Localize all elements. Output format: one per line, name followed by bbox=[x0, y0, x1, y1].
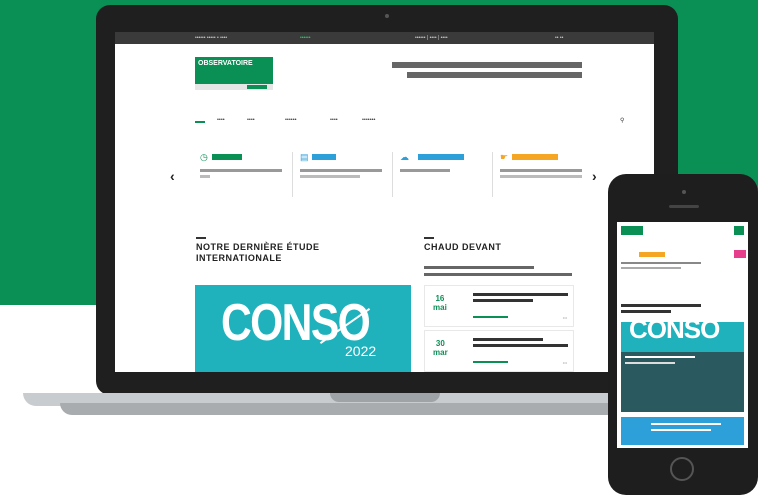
phone-tag bbox=[734, 250, 746, 258]
event-date: 16 mai bbox=[433, 294, 447, 312]
news-card[interactable]: ☛ bbox=[492, 152, 595, 207]
conso-year: 2022 bbox=[345, 343, 377, 359]
card-text bbox=[400, 168, 482, 172]
card-tag bbox=[512, 154, 558, 160]
laptop-notch bbox=[330, 393, 440, 402]
event-card[interactable]: 16 mai ••• bbox=[424, 285, 574, 327]
nav-item-4[interactable]: •••• bbox=[330, 117, 338, 123]
topbar-right-links[interactable]: •••••• | •••• | •••• bbox=[415, 35, 448, 41]
phone-logo[interactable] bbox=[621, 226, 643, 235]
nav-item-3[interactable]: •••••• bbox=[285, 117, 297, 123]
card-tag bbox=[418, 154, 464, 160]
event-more[interactable]: ••• bbox=[563, 360, 567, 365]
phone-conso-word: CONSO bbox=[629, 322, 720, 344]
phone-camera bbox=[682, 190, 686, 194]
clock-icon: ◷ bbox=[200, 152, 208, 162]
event-day: 16 bbox=[435, 294, 445, 303]
card-tag bbox=[212, 154, 242, 160]
search-icon[interactable]: ⚲ bbox=[620, 117, 624, 124]
tagline bbox=[387, 59, 582, 78]
event-month: mar bbox=[433, 348, 448, 357]
logo-text: OBSERVATOIRE bbox=[198, 60, 253, 67]
upcoming-subtitle bbox=[424, 264, 584, 276]
topbar-right-icons[interactable]: •• •• bbox=[555, 35, 563, 41]
card-text bbox=[500, 168, 582, 178]
phone-heading bbox=[621, 304, 731, 313]
nav-item-2[interactable]: •••• bbox=[247, 117, 255, 123]
news-card[interactable]: ▤ bbox=[292, 152, 395, 207]
event-month: mai bbox=[433, 303, 447, 312]
phone-banner[interactable]: CONSO bbox=[621, 322, 744, 412]
chart-icon: ▤ bbox=[300, 152, 309, 162]
event-day: 30 bbox=[435, 339, 445, 348]
phone-menu-icon[interactable] bbox=[734, 226, 744, 235]
phone-banner-overlay bbox=[621, 352, 744, 412]
nav-item-5[interactable]: ••••••• bbox=[362, 117, 375, 123]
news-card[interactable]: ◷ bbox=[200, 152, 295, 207]
nav-item-1[interactable]: •••• bbox=[217, 117, 225, 123]
event-title bbox=[473, 336, 568, 347]
site-logo[interactable]: OBSERVATOIRE bbox=[195, 57, 273, 90]
nav-accent bbox=[195, 121, 205, 123]
card-text bbox=[200, 168, 282, 178]
topbar-green-link[interactable]: •••••• bbox=[300, 35, 311, 41]
event-title bbox=[473, 291, 568, 302]
event-card[interactable]: 30 mar ••• bbox=[424, 330, 574, 372]
event-more[interactable]: ••• bbox=[563, 315, 567, 320]
phone-card[interactable] bbox=[621, 417, 744, 445]
phone-home-button bbox=[670, 457, 694, 481]
study-banner[interactable]: CONSO 2022 bbox=[195, 285, 411, 372]
top-bar: •••••• ••••• • •••• •••••• •••••• | ••••… bbox=[115, 32, 654, 44]
event-date: 30 mar bbox=[433, 339, 448, 357]
laptop-screen: •••••• ••••• • •••• •••••• •••••• | ••••… bbox=[115, 32, 654, 372]
logo-strip-accent bbox=[247, 85, 267, 89]
card-text bbox=[300, 168, 382, 178]
news-carousel: ◷ ▤ ☁ ☛ bbox=[200, 152, 600, 212]
topbar-left-text[interactable]: •••••• ••••• • •••• bbox=[195, 35, 227, 41]
card-tag bbox=[312, 154, 336, 160]
phone-screen: CONSO bbox=[617, 222, 748, 448]
phone-speaker bbox=[669, 205, 699, 208]
laptop-camera bbox=[385, 14, 389, 18]
latest-study-title: NOTRE DERNIÈRE ÉTUDE INTERNATIONALE bbox=[196, 242, 320, 263]
upcoming-events-title: CHAUD DEVANT bbox=[424, 242, 502, 252]
hand-icon: ☛ bbox=[500, 152, 509, 162]
phone-tag bbox=[639, 252, 665, 257]
news-card[interactable]: ☁ bbox=[392, 152, 495, 207]
carousel-prev-button[interactable]: ‹ bbox=[170, 168, 175, 184]
phone-text bbox=[621, 262, 731, 269]
main-nav: •••• •••• •••••• •••• ••••••• ⚲ bbox=[195, 117, 624, 125]
cloud-icon: ☁ bbox=[400, 152, 409, 162]
